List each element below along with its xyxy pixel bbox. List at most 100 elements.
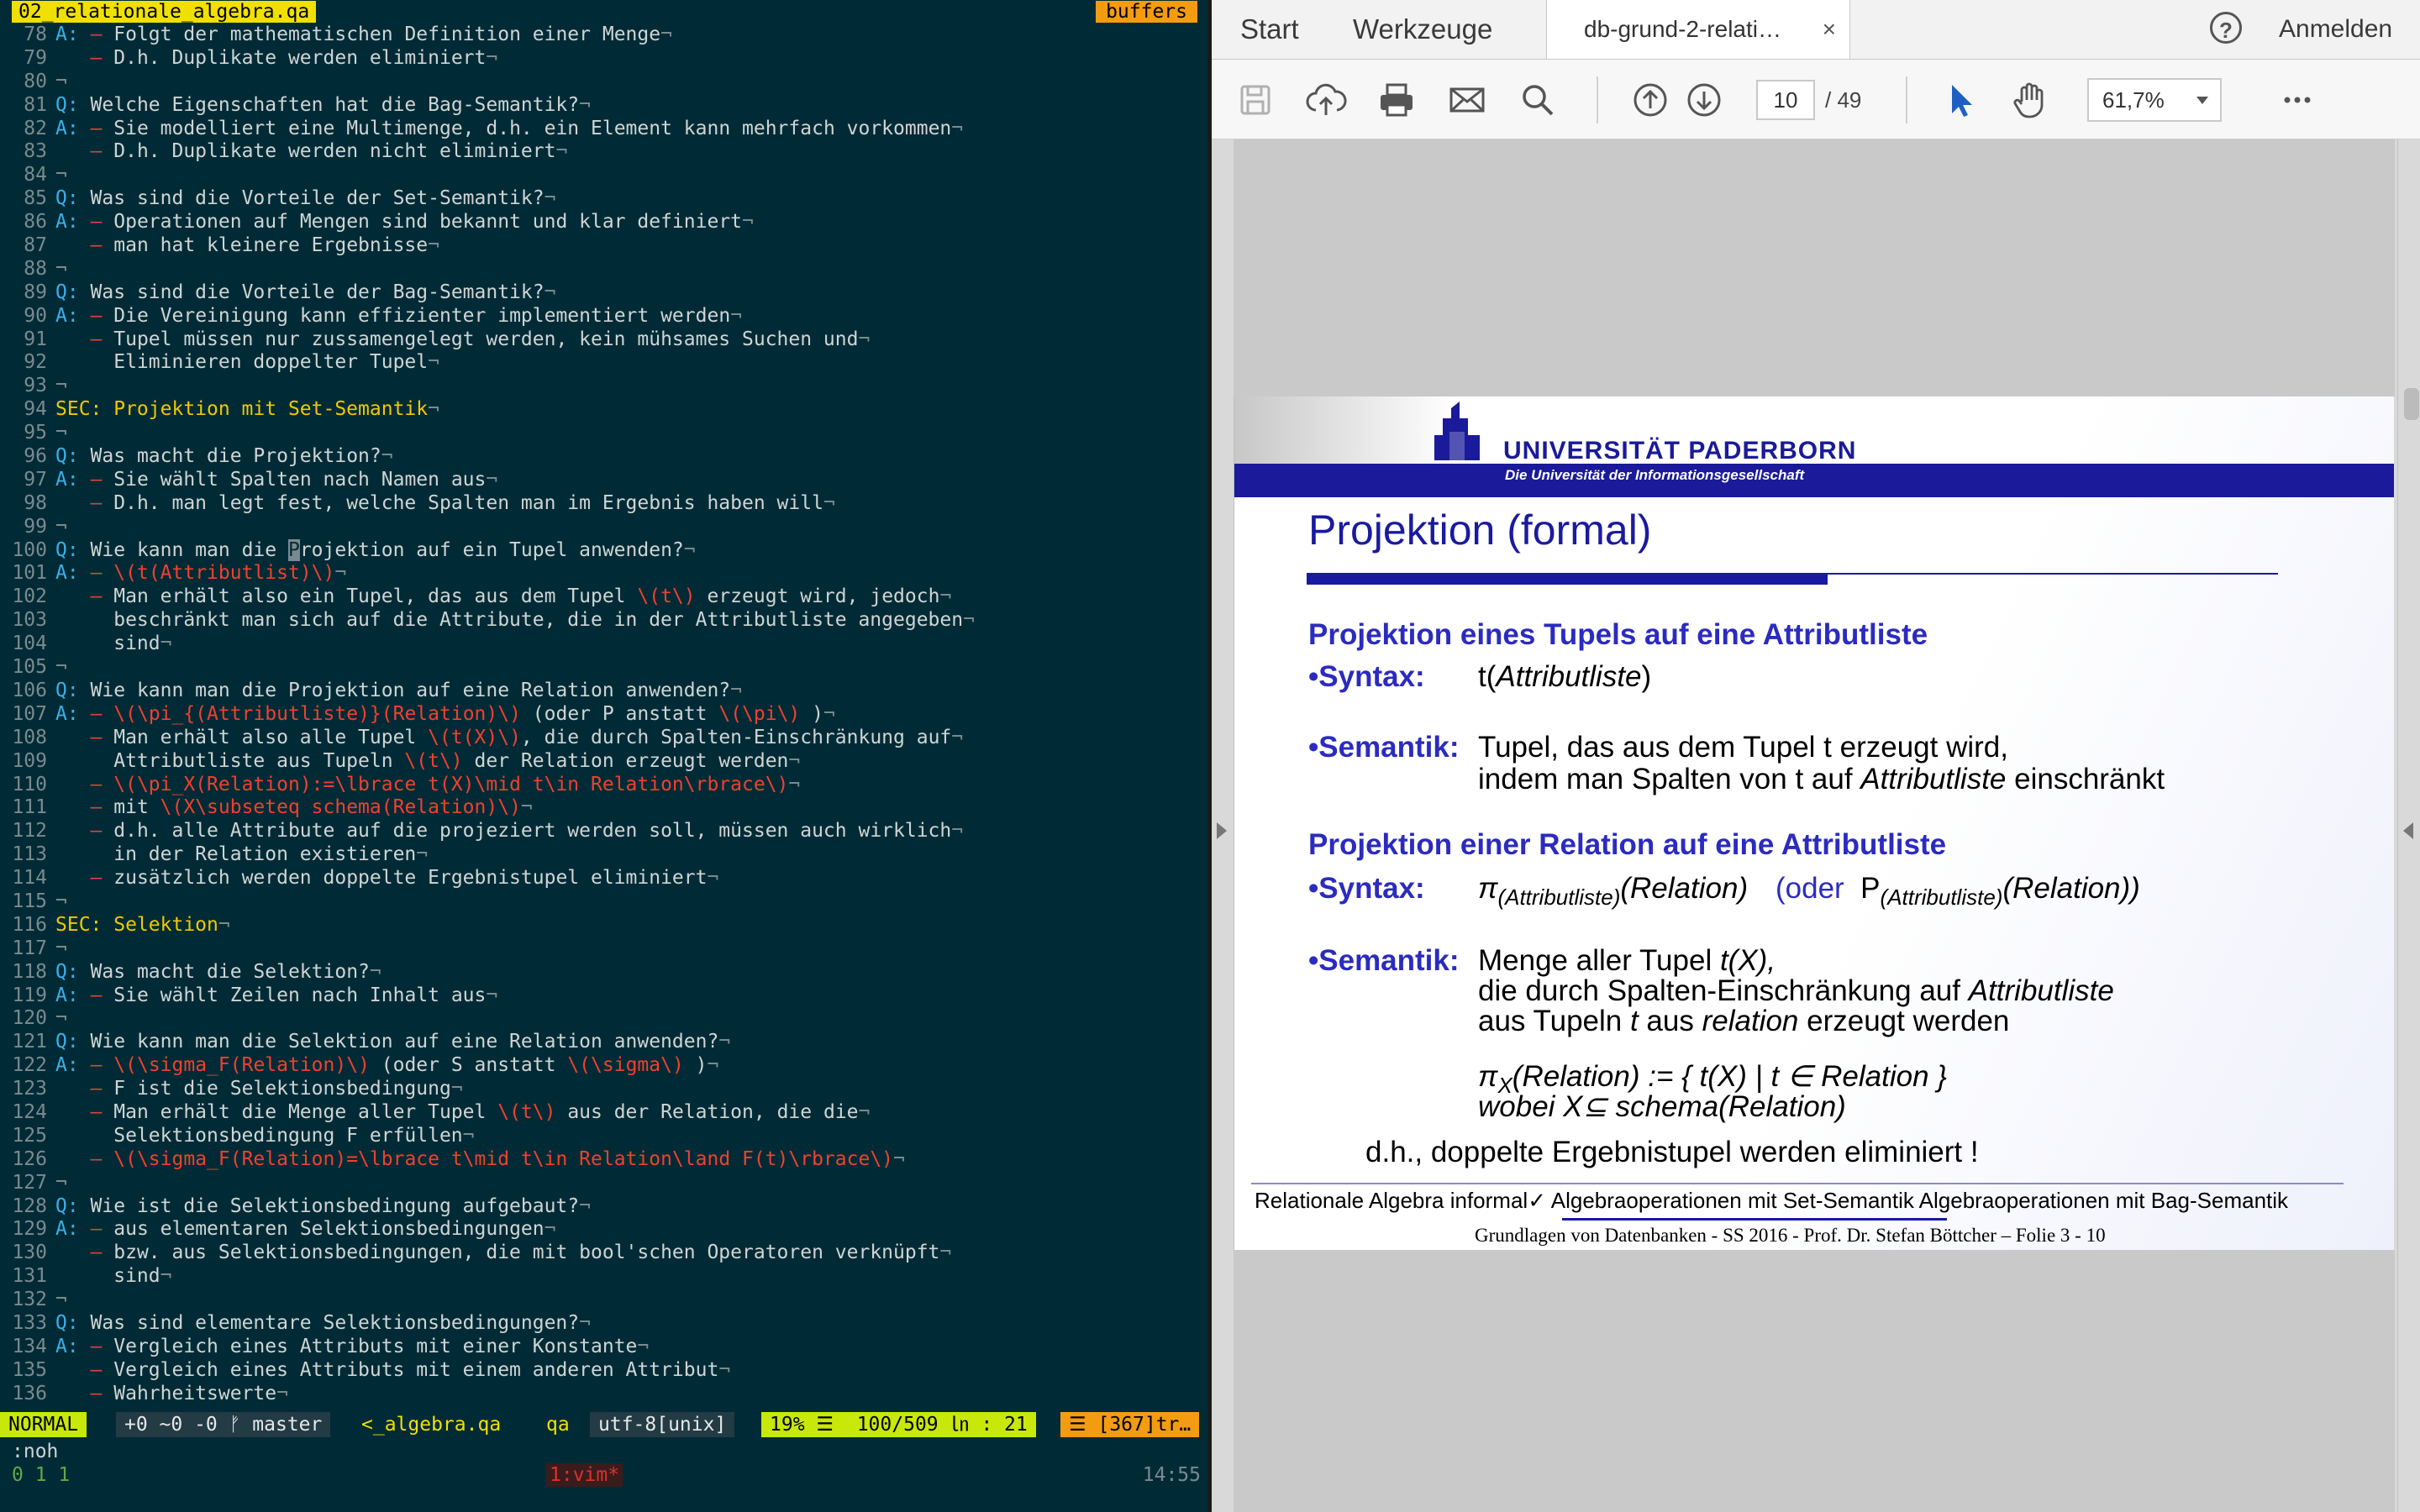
vim-line[interactable]: 98 – D.h. man legt fest, welche Spalten …	[0, 492, 1207, 516]
vim-line[interactable]: 114 – zusätzlich werden doppelte Ergebni…	[0, 867, 1207, 890]
zoom-select[interactable]: 61,7%	[2087, 78, 2222, 122]
vim-line[interactable]: 101 A: – \(t(Attributlist)\)¬	[0, 562, 1207, 585]
vim-line-number: 109	[12, 749, 47, 772]
vim-line[interactable]: 113 in der Relation existieren¬	[0, 843, 1207, 867]
vim-line[interactable]: 136 – Wahrheitswerte¬	[0, 1383, 1207, 1406]
vim-line[interactable]: 123 – F ist die Selektionsbedingung¬	[0, 1078, 1207, 1101]
vim-line[interactable]: 87 – man hat kleinere Ergebnisse¬	[0, 234, 1207, 258]
vim-line[interactable]: 104 sind¬	[0, 633, 1207, 656]
page-down-icon[interactable]	[1682, 78, 1726, 122]
vim-line-number: 95	[24, 422, 47, 444]
vim-line[interactable]: 82 A: – Sie modelliert eine Multimenge, d…	[0, 118, 1207, 141]
vim-line[interactable]: 119 A: – Sie wählt Zeilen nach Inhalt aus…	[0, 984, 1207, 1008]
tmux-window[interactable]: 1:vim*	[546, 1463, 623, 1487]
vim-line-number: 96	[24, 445, 47, 468]
tab-start[interactable]: Start	[1240, 0, 1299, 59]
more-options-icon[interactable]	[2275, 78, 2319, 122]
right-panel-toggle[interactable]	[2397, 139, 2420, 1512]
vim-line[interactable]: 109 Attributliste aus Tupeln \(t\) der R…	[0, 750, 1207, 774]
vim-buffers-label[interactable]: buffers	[1096, 1, 1197, 23]
vim-line[interactable]: 115 ¬	[0, 890, 1207, 914]
select-cursor-icon[interactable]	[1938, 78, 1981, 122]
vim-line[interactable]: 81 Q: Welche Eigenschaften hat die Bag-Se…	[0, 94, 1207, 118]
vim-command-line[interactable]: :noh	[12, 1440, 58, 1463]
vim-line[interactable]: 100 Q: Wie kann man die Projektion auf ei…	[0, 538, 1207, 563]
page-up-icon[interactable]	[1628, 78, 1672, 122]
vim-line[interactable]: 128 Q: Wie ist die Selektionsbedingung au…	[0, 1195, 1207, 1219]
vim-line[interactable]: 105 ¬	[0, 656, 1207, 680]
vim-line[interactable]: 134 A: – Vergleich eines Attributs mit ei…	[0, 1336, 1207, 1359]
vim-text-segment: Q:	[55, 1194, 79, 1217]
help-icon[interactable]: ?	[2210, 12, 2242, 44]
vim-line[interactable]: 94 SEC: Projektion mit Set-Semantik¬	[0, 398, 1207, 422]
vim-line[interactable]: 86 A: – Operationen auf Mengen sind bekan…	[0, 211, 1207, 234]
vim-line[interactable]: 127 ¬	[0, 1172, 1207, 1195]
vim-line-number: 99	[24, 515, 47, 538]
vim-line[interactable]: 112 – d.h. alle Attribute auf die projez…	[0, 820, 1207, 843]
vim-line[interactable]: 121 Q: Wie kann man die Selektion auf ein…	[0, 1031, 1207, 1054]
tab-tools[interactable]: Werkzeuge	[1353, 0, 1492, 59]
vim-line[interactable]: 102 – Man erhält also ein Tupel, das aus…	[0, 585, 1207, 609]
vim-line[interactable]: 88 ¬	[0, 258, 1207, 281]
vim-line[interactable]: 78 A: – Folgt der mathematischen Definiti…	[0, 24, 1207, 47]
vim-line[interactable]: 132 ¬	[0, 1289, 1207, 1312]
vim-line[interactable]: 131 sind¬	[0, 1265, 1207, 1289]
vim-line[interactable]: 93 ¬	[0, 375, 1207, 398]
vim-line[interactable]: 89 Q: Was sind die Vorteile der Bag-Seman…	[0, 281, 1207, 305]
vim-line[interactable]: 83 – D.h. Duplikate werden nicht elimini…	[0, 140, 1207, 164]
vim-line-number: 124	[12, 1100, 47, 1123]
vim-line[interactable]: 106 Q: Wie kann man die Projektion auf ei…	[0, 680, 1207, 703]
university-name: UNIVERSITÄT PADERBORN	[1503, 437, 1857, 465]
vim-line-number: 89	[24, 281, 47, 303]
vim-line[interactable]: 92 Eliminieren doppelter Tupel¬	[0, 351, 1207, 375]
vim-line[interactable]: 135 – Vergleich eines Attributs mit eine…	[0, 1359, 1207, 1383]
signin-button[interactable]: Anmelden	[2279, 0, 2392, 59]
upload-cloud-icon[interactable]	[1304, 78, 1348, 122]
vim-line[interactable]: 120 ¬	[0, 1007, 1207, 1031]
vim-text-segment: Projektion mit Set-Semantik	[102, 398, 429, 421]
search-icon[interactable]	[1516, 78, 1560, 122]
pdf-tabbar: Start Werkzeuge db-grund-2-relati… × ? A…	[1212, 0, 2420, 60]
vim-line[interactable]: 99 ¬	[0, 516, 1207, 539]
vim-line[interactable]: 126 – \(\sigma_F(Relation)=\lbrace t\mid…	[0, 1148, 1207, 1172]
vim-line[interactable]: 84 ¬	[0, 164, 1207, 187]
vim-line[interactable]: 124 – Man erhält die Menge aller Tupel \…	[0, 1101, 1207, 1125]
vim-text-area[interactable]: 78 A: – Folgt der mathematischen Definiti…	[0, 24, 1207, 1406]
left-panel-toggle[interactable]	[1212, 139, 1234, 1512]
print-icon[interactable]	[1375, 78, 1418, 122]
save-icon[interactable]	[1234, 78, 1277, 122]
vim-line[interactable]: 91 – Tupel müssen nur zussamengelegt wer…	[0, 328, 1207, 352]
vim-tab-file[interactable]: 02_relationale_algebra.qa	[12, 1, 317, 23]
vim-line[interactable]: 79 – D.h. Duplikate werden eliminiert¬	[0, 47, 1207, 71]
vim-line[interactable]: 111 – mit \(X\subseteq schema(Relation)\…	[0, 796, 1207, 820]
vim-line[interactable]: 116 SEC: Selektion¬	[0, 914, 1207, 937]
vim-line[interactable]: 108 – Man erhält also alle Tupel \(t(X)\…	[0, 727, 1207, 750]
vim-line[interactable]: 118 Q: Was macht die Selektion?¬	[0, 961, 1207, 984]
vim-text-segment: Q:	[55, 960, 79, 983]
page-number-input[interactable]: 10	[1756, 80, 1815, 120]
mail-icon[interactable]	[1445, 78, 1489, 122]
tab-document[interactable]: db-grund-2-relati… ×	[1546, 0, 1850, 59]
vim-line[interactable]: 110 – \(\pi_X(Relation):=\lbrace t(X)\mi…	[0, 774, 1207, 797]
vim-line[interactable]: 122 A: – \(\sigma_F(Relation)\) (oder S a…	[0, 1054, 1207, 1078]
vim-line-number: 103	[12, 609, 47, 632]
vim-line[interactable]: 129 A: – aus elementaren Selektionsbeding…	[0, 1218, 1207, 1242]
close-icon[interactable]: ×	[1823, 0, 1836, 59]
vim-line[interactable]: 130 – bzw. aus Selektionsbedingungen, di…	[0, 1242, 1207, 1265]
vim-text-segment: –	[90, 1358, 103, 1381]
vim-line[interactable]: 95 ¬	[0, 422, 1207, 445]
pdf-document-view[interactable]: UNIVERSITÄT PADERBORN Die Universität de…	[1212, 139, 2420, 1512]
vim-line[interactable]: 125 Selektionsbedingung F erfüllen¬	[0, 1125, 1207, 1148]
vim-line[interactable]: 103 beschränkt man sich auf die Attribut…	[0, 609, 1207, 633]
vim-editor[interactable]: 02_relationale_algebra.qa buffers 78 A: –…	[0, 0, 1207, 1512]
scrollbar-thumb[interactable]	[2404, 388, 2419, 420]
vim-line[interactable]: 133 Q: Was sind elementare Selektionsbedi…	[0, 1312, 1207, 1336]
vim-line[interactable]: 80 ¬	[0, 71, 1207, 94]
vim-line[interactable]: 96 Q: Was macht die Projektion?¬	[0, 445, 1207, 469]
vim-line[interactable]: 90 A: – Die Vereinigung kann effizienter …	[0, 305, 1207, 328]
vim-line[interactable]: 117 ¬	[0, 937, 1207, 961]
vim-line[interactable]: 97 A: – Sie wählt Spalten nach Namen aus¬	[0, 469, 1207, 492]
hand-tool-icon[interactable]	[2008, 78, 2052, 122]
vim-line[interactable]: 107 A: – \(\pi_{(Attributliste)}(Relation…	[0, 703, 1207, 727]
vim-line[interactable]: 85 Q: Was sind die Vorteile der Set-Seman…	[0, 187, 1207, 211]
